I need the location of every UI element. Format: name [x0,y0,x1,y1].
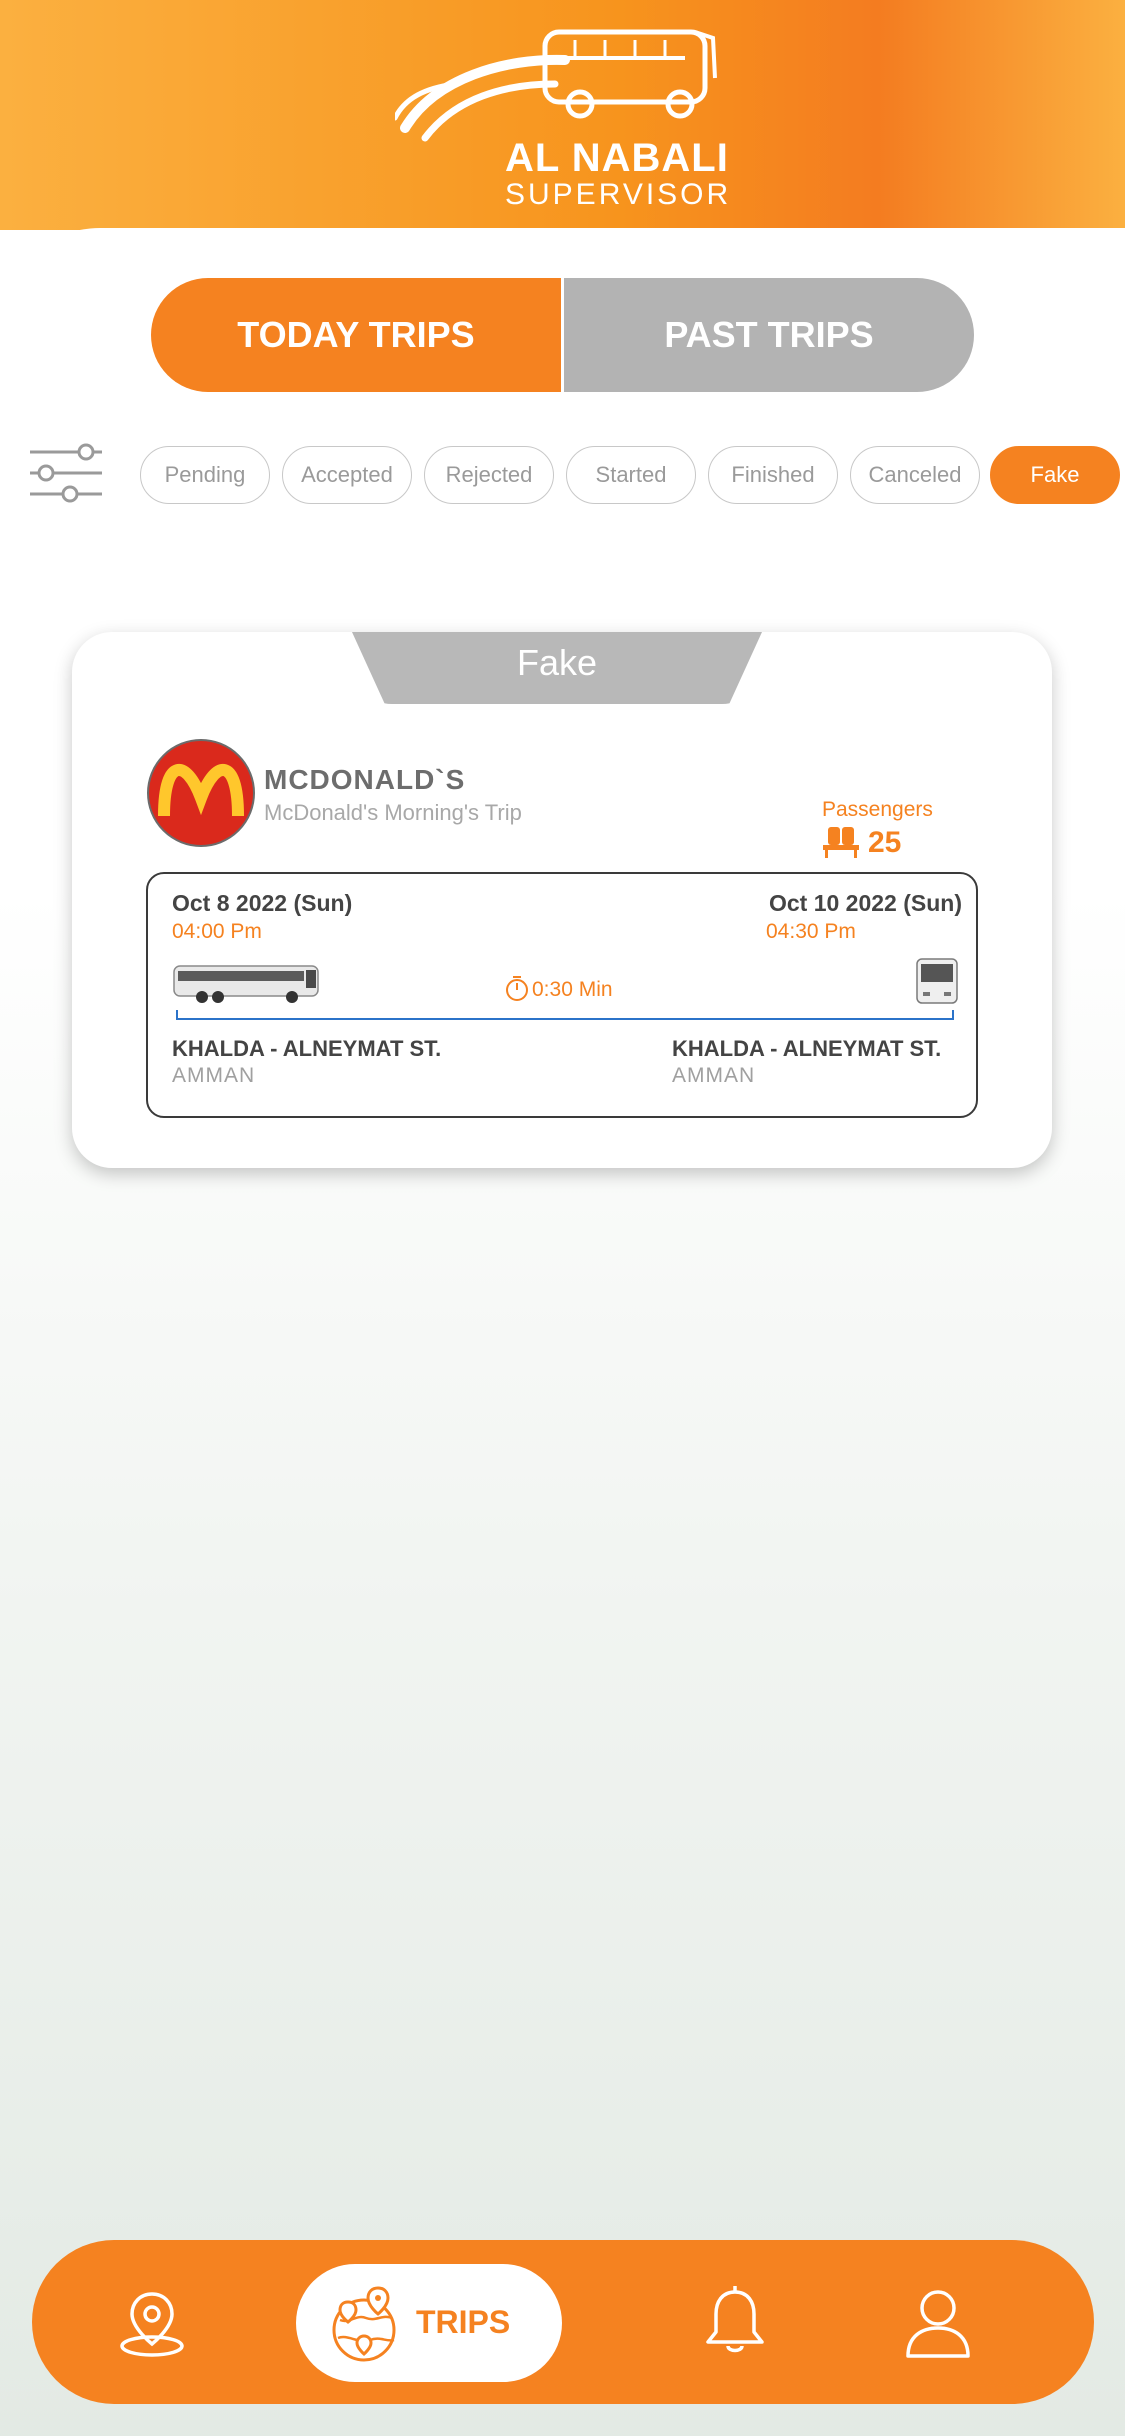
arrival-city: AMMAN [672,1064,756,1087]
filter-chip-accepted[interactable]: Accepted [282,446,412,504]
bell-icon[interactable] [700,2284,770,2360]
filter-chip-fake[interactable]: Fake [990,446,1120,504]
trip-duration: 0:30 Min [532,978,613,1001]
bus-logo-icon [392,29,717,142]
arrival-date: Oct 10 2022 (Sun) [768,890,962,916]
brand-title: AL NABALI [505,136,729,180]
departure-city: AMMAN [172,1064,256,1087]
filter-chip-started[interactable]: Started [566,446,696,504]
arrival-time: 04:30 Pm [766,920,856,943]
nav-trips-button[interactable]: TRIPS [296,2264,562,2382]
company-name: MCDONALD`S [264,764,466,795]
map-pin-icon[interactable] [116,2286,188,2358]
tab-past-trips[interactable]: PAST TRIPS [564,278,974,392]
bus-front-icon [916,958,958,1004]
passengers-count: 25 [868,826,902,859]
trip-card[interactable]: Fake MCDONALD`S McDonald's Morning's Tri… [72,632,1052,1168]
brand-subtitle: SUPERVISOR [505,178,732,211]
filter-sliders-icon[interactable] [28,442,104,504]
route-line [176,1010,954,1020]
departure-place: KHALDA - ALNEYMAT ST. [172,1036,442,1061]
route-details: Oct 8 2022 (Sun) 04:00 Pm Oct 10 2022 (S… [146,872,978,1118]
content-sheet [0,228,1125,2436]
al-nabali-logo: AL NABALI SUPERVISOR [392,18,735,218]
bus-side-icon [173,965,319,1003]
nav-trips-label: TRIPS [416,2304,511,2340]
filter-chip-rejected[interactable]: Rejected [424,446,554,504]
stopwatch-icon [506,976,528,1001]
user-profile-icon[interactable] [902,2286,974,2358]
departure-date: Oct 8 2022 (Sun) [172,890,353,916]
globe-pins-icon [332,2286,396,2362]
seat-icon [823,827,859,858]
tab-today-trips[interactable]: TODAY TRIPS [151,278,561,392]
departure-time: 04:00 Pm [172,920,262,943]
passengers-label: Passengers [822,798,933,821]
filter-chip-finished[interactable]: Finished [708,446,838,504]
app-header: AL NABALI SUPERVISOR [0,0,1125,230]
arrival-place: KHALDA - ALNEYMAT ST. [672,1036,942,1061]
filter-chip-pending[interactable]: Pending [140,446,270,504]
bottom-nav: TRIPS [32,2240,1094,2404]
status-tab-label: Fake [516,642,598,683]
mcdonalds-logo [147,739,255,847]
filter-chip-canceled[interactable]: Canceled [850,446,980,504]
trip-name: McDonald's Morning's Trip [264,800,522,825]
